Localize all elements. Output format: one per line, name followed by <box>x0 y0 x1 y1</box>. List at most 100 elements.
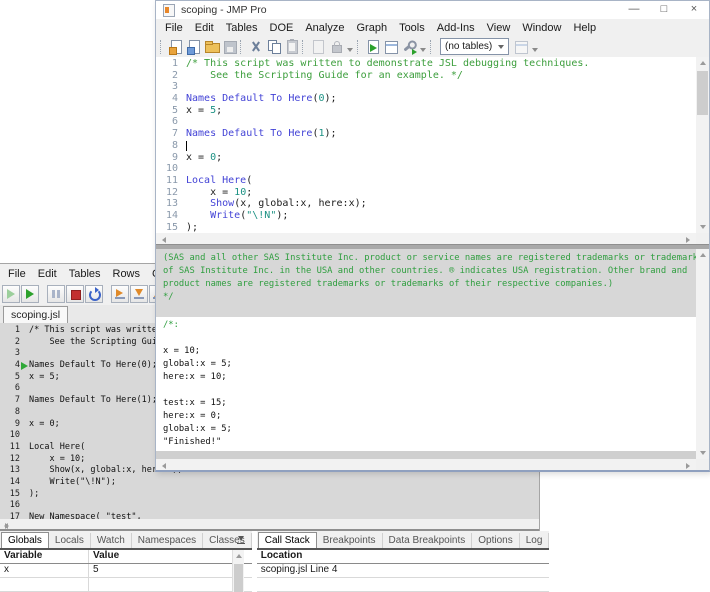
menu-add-ins[interactable]: Add-Ins <box>431 22 481 34</box>
line-number: 5 <box>0 372 29 384</box>
table-header: Location <box>257 550 550 564</box>
pin-icon[interactable] <box>237 536 246 545</box>
debug-run-no-breakpoints-button[interactable] <box>2 285 20 303</box>
scroll-up-icon[interactable] <box>696 249 709 262</box>
log-entry-separator <box>156 451 696 459</box>
tab-data-breakpoints[interactable]: Data Breakpoints <box>383 533 473 548</box>
log-pane[interactable]: (SAS and all other SAS Institute Inc. pr… <box>156 249 696 459</box>
tab-namespaces[interactable]: Namespaces <box>132 533 203 548</box>
tables-dropdown-value: (no tables) <box>445 41 492 52</box>
line-number: 12 <box>156 187 186 199</box>
tables-dropdown[interactable]: (no tables) <box>440 38 509 55</box>
tab-log[interactable]: Log <box>520 533 550 548</box>
scroll-down-icon[interactable] <box>696 446 709 459</box>
debugger-editor-hscrollbar[interactable] <box>0 519 539 529</box>
toolbar-overflow-icon[interactable] <box>420 48 426 52</box>
debug-pause-button[interactable] <box>47 285 65 303</box>
cut-button[interactable] <box>247 38 265 56</box>
code-line-16: 16 <box>0 500 539 512</box>
line-number: 9 <box>156 152 186 164</box>
code-line-3: 3 <box>156 81 696 93</box>
menu-file[interactable]: File <box>159 22 189 34</box>
tab-scoping-jsl[interactable]: scoping.jsl <box>3 306 68 323</box>
log-line: product names are registered trademarks … <box>156 278 696 291</box>
scrollbar-corner <box>696 459 709 470</box>
toolbar-overflow-icon[interactable] <box>532 48 538 52</box>
minimize-button[interactable]: — <box>619 1 649 19</box>
maximize-button[interactable]: □ <box>649 1 679 19</box>
jmp-main-window: scoping - JMP Pro — □ × FileEditTablesDO… <box>155 0 710 472</box>
line-number: 7 <box>156 128 186 140</box>
debug-menu-rows[interactable]: Rows <box>107 268 147 280</box>
tab-globals[interactable]: Globals <box>1 532 49 548</box>
tab-locals[interactable]: Locals <box>49 533 91 548</box>
line-number: 3 <box>156 81 186 93</box>
menu-doe[interactable]: DOE <box>264 22 300 34</box>
code-line-7: 7Names Default To Here(1); <box>156 128 696 140</box>
title-bar[interactable]: scoping - JMP Pro — □ × <box>156 1 709 19</box>
clipboard-icon <box>287 40 298 54</box>
scrollbar-thumb[interactable] <box>697 71 708 115</box>
code-line-11: 11Local Here( <box>156 175 696 187</box>
table-row[interactable]: x5 <box>0 564 252 578</box>
script-editor[interactable]: 1/* This script was written to demonstra… <box>156 57 696 234</box>
new-journal-button[interactable] <box>167 38 185 56</box>
debug-menu-file[interactable]: File <box>2 268 32 280</box>
scroll-up-icon[interactable] <box>233 550 246 563</box>
tab-watch[interactable]: Watch <box>91 533 132 548</box>
toolbar-overflow-icon[interactable] <box>347 48 353 52</box>
debug-menu-edit[interactable]: Edit <box>32 268 63 280</box>
editor-hscrollbar[interactable] <box>156 233 696 244</box>
variables-table-vscrollbar[interactable] <box>232 550 244 592</box>
menu-graph[interactable]: Graph <box>350 22 393 34</box>
scrollbar-thumb[interactable] <box>234 564 243 592</box>
scroll-down-icon[interactable] <box>696 220 709 233</box>
open-button[interactable] <box>203 38 221 56</box>
menu-tools[interactable]: Tools <box>393 22 431 34</box>
line-number: 11 <box>0 442 29 454</box>
line-number: 1 <box>156 58 186 70</box>
menu-help[interactable]: Help <box>567 22 602 34</box>
run-icon <box>370 44 377 52</box>
new-script-button[interactable] <box>185 38 203 56</box>
tab-call-stack[interactable]: Call Stack <box>258 532 317 548</box>
debug-menu-tables[interactable]: Tables <box>63 268 107 280</box>
menu-view[interactable]: View <box>481 22 517 34</box>
line-number: 11 <box>156 175 186 187</box>
tools-button[interactable] <box>400 38 418 56</box>
import-table-button[interactable] <box>512 38 530 56</box>
copy-button[interactable] <box>265 38 283 56</box>
scroll-right-icon[interactable] <box>681 459 694 470</box>
menu-window[interactable]: Window <box>516 22 567 34</box>
run-script-button[interactable] <box>364 38 382 56</box>
data-table-icon <box>515 41 528 54</box>
debug-stop-button[interactable] <box>66 285 84 303</box>
copy-special-button[interactable] <box>309 38 327 56</box>
tab-breakpoints[interactable]: Breakpoints <box>317 533 383 548</box>
scroll-right-icon[interactable] <box>681 233 694 244</box>
debug-run-button[interactable] <box>21 285 39 303</box>
save-button[interactable] <box>221 38 239 56</box>
code-line-15: 15); <box>156 222 696 234</box>
tab-options[interactable]: Options <box>472 533 519 548</box>
log-vscrollbar[interactable] <box>696 249 709 459</box>
scroll-left-icon[interactable] <box>158 459 171 470</box>
step-over-button[interactable] <box>111 285 129 303</box>
table-row[interactable] <box>257 578 550 592</box>
table-row[interactable]: scoping.jsl Line 4 <box>257 564 550 578</box>
editor-vscrollbar[interactable] <box>696 57 709 233</box>
log-hscrollbar[interactable] <box>156 459 696 470</box>
menu-edit[interactable]: Edit <box>189 22 220 34</box>
menu-tables[interactable]: Tables <box>220 22 264 34</box>
lock-button[interactable] <box>327 38 345 56</box>
debug-reset-button[interactable] <box>85 285 103 303</box>
step-into-button[interactable] <box>130 285 148 303</box>
variables-panel-tabs: GlobalsLocalsWatchNamespacesClasses <box>0 531 252 548</box>
table-row[interactable] <box>0 578 252 592</box>
scroll-up-icon[interactable] <box>696 57 709 70</box>
paste-button[interactable] <box>283 38 301 56</box>
menu-analyze[interactable]: Analyze <box>299 22 350 34</box>
new-data-table-button[interactable] <box>382 38 400 56</box>
close-button[interactable]: × <box>679 1 709 19</box>
scroll-left-icon[interactable] <box>158 233 171 244</box>
